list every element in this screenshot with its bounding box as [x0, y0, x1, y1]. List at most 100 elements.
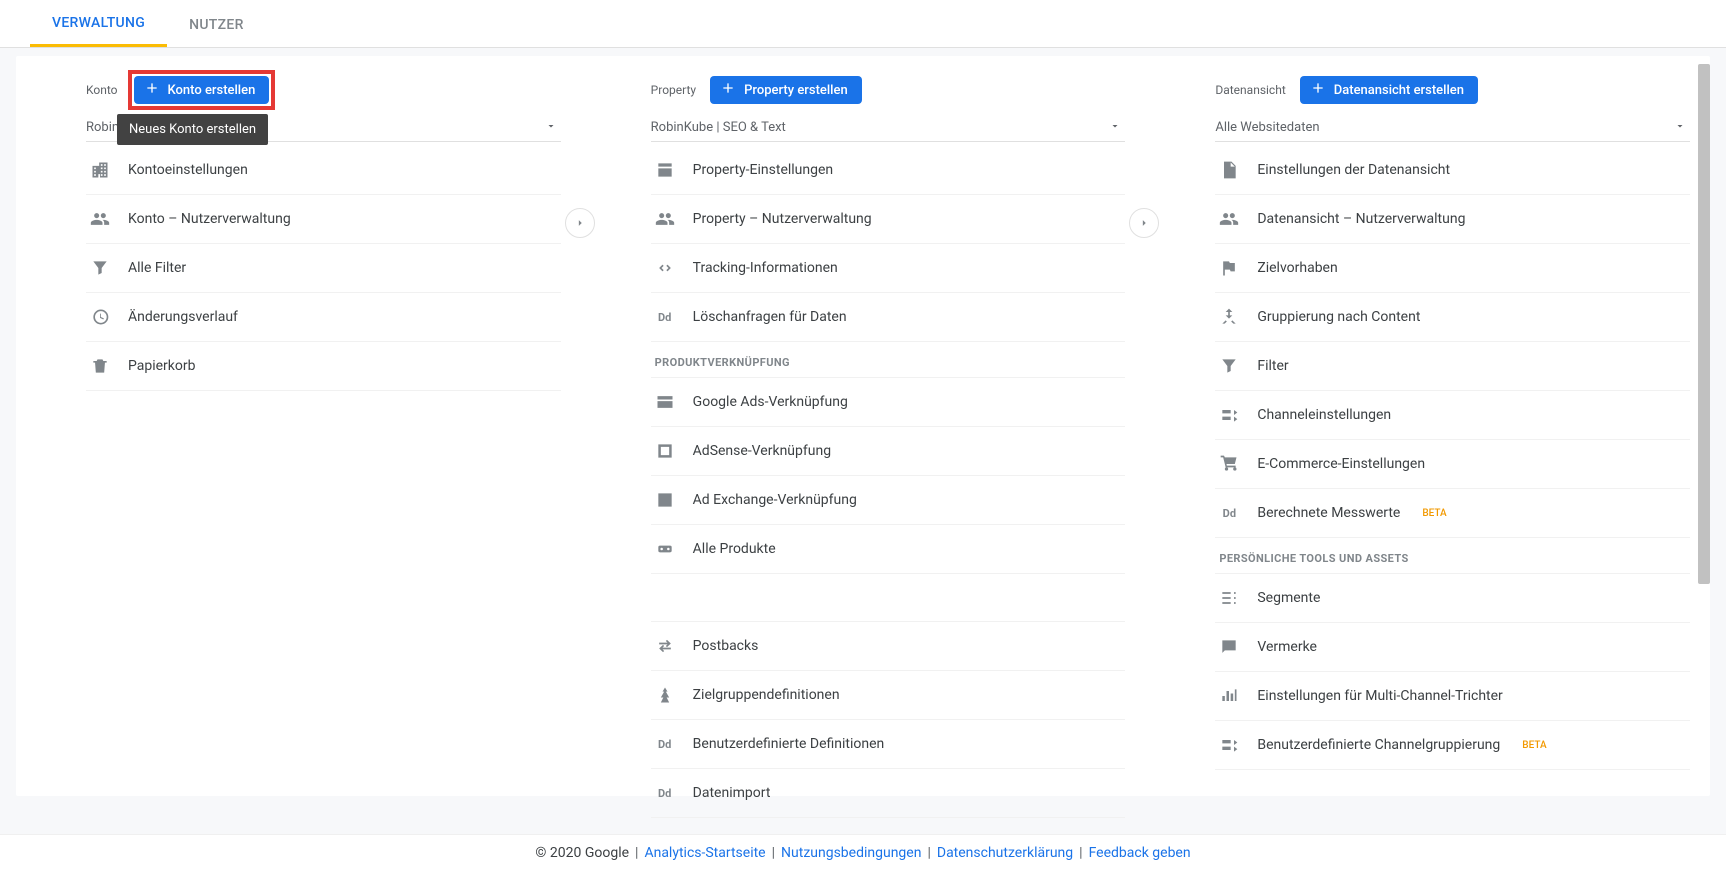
menu-item-label: Berechnete Messwerte	[1257, 505, 1400, 521]
tab-verwaltung[interactable]: VERWALTUNG	[30, 0, 167, 47]
tab-nutzer[interactable]: NUTZER	[167, 2, 266, 46]
plus-icon	[144, 80, 160, 100]
menu-item[interactable]: Dd Löschanfragen für Daten	[651, 293, 1126, 342]
footer-copyright: © 2020 Google	[535, 845, 629, 861]
menu-item-label: Alle Filter	[128, 260, 186, 276]
menu-item[interactable]: Segmente	[1215, 574, 1690, 623]
menu-item[interactable]: Dd Berechnete Messwerte BETA	[1215, 489, 1690, 538]
menu-item[interactable]: Filter	[1215, 342, 1690, 391]
channel-icon	[1219, 405, 1239, 425]
create-account-label: Konto erstellen	[168, 83, 256, 98]
menu-item[interactable]: Einstellungen für Multi-Channel-Trichter	[1215, 672, 1690, 721]
footer-link-terms[interactable]: Nutzungsbedingungen	[781, 845, 921, 861]
menu-item-label: Google Ads-Verknüpfung	[693, 394, 848, 410]
menu-item-label: Einstellungen der Datenansicht	[1257, 162, 1450, 178]
create-view-button[interactable]: Datenansicht erstellen	[1300, 76, 1478, 104]
menu-item[interactable]: Vermerke	[1215, 623, 1690, 672]
admin-columns: Konto Konto erstellen RobinKu Kontoeinst…	[16, 56, 1710, 796]
menu-item[interactable]: Zielgruppendefinitionen	[651, 671, 1126, 720]
audience-icon	[655, 685, 675, 705]
menu-item-label: Vermerke	[1257, 639, 1317, 655]
menu-item[interactable]: Channeleinstellungen	[1215, 391, 1690, 440]
property-column-label: Property	[651, 83, 696, 97]
products-icon	[655, 539, 675, 559]
postbacks-icon	[655, 636, 675, 656]
annotation-icon	[1219, 637, 1239, 657]
scroll-thumb[interactable]	[1698, 64, 1710, 584]
menu-item-label: Gruppierung nach Content	[1257, 309, 1420, 325]
trash-icon	[90, 356, 110, 376]
menu-item[interactable]: Benutzerdefinierte ChannelgruppierungBET…	[1215, 721, 1690, 770]
page-icon	[1219, 160, 1239, 180]
menu-item-label: Channeleinstellungen	[1257, 407, 1391, 423]
create-account-button[interactable]: Konto erstellen	[134, 76, 270, 104]
menu-item-label: Property-Einstellungen	[693, 162, 833, 178]
menu-item-label: E-Commerce-Einstellungen	[1257, 456, 1425, 472]
building-icon	[90, 160, 110, 180]
menu-item-label: Konto – Nutzerverwaltung	[128, 211, 291, 227]
menu-item[interactable]: Gruppierung nach Content	[1215, 293, 1690, 342]
menu-item-label: Datenimport	[693, 785, 771, 801]
menu-item[interactable]: Zielvorhaben	[1215, 244, 1690, 293]
menu-item-label: Postbacks	[693, 638, 759, 654]
property-selector[interactable]: RobinKube | SEO & Text	[651, 114, 1126, 142]
menu-item[interactable]: E-Commerce-Einstellungen	[1215, 440, 1690, 489]
menu-item-label: Benutzerdefinierte Definitionen	[693, 736, 885, 752]
menu-item[interactable]: Datenansicht – Nutzerverwaltung	[1215, 195, 1690, 244]
dd-icon: Dd	[655, 734, 675, 754]
people-icon	[655, 209, 675, 229]
menu-item[interactable]: Änderungsverlauf	[86, 293, 561, 342]
filter-icon	[1219, 356, 1239, 376]
view-column-label: Datenansicht	[1215, 83, 1285, 97]
chevron-down-icon	[545, 120, 557, 135]
dd-icon: Dd	[1219, 503, 1239, 523]
menu-item[interactable]: Dd Benutzerdefinierte Definitionen	[651, 720, 1126, 769]
menu-item[interactable]: DdDatenimport	[651, 769, 1126, 818]
menu-item[interactable]: Tracking-Informationen	[651, 244, 1126, 293]
menu-item[interactable]: Einstellungen der Datenansicht	[1215, 146, 1690, 195]
section-header: PRODUKTVERKNÜPFUNG	[651, 342, 1126, 378]
menu-item-label: AdSense-Verknüpfung	[693, 443, 831, 459]
beta-badge: BETA	[1522, 740, 1546, 751]
footer-link-feedback[interactable]: Feedback geben	[1089, 845, 1191, 861]
menu-item[interactable]: Ad Exchange-Verknüpfung	[651, 476, 1126, 525]
menu-item-label: Datenansicht – Nutzerverwaltung	[1257, 211, 1465, 227]
footer: © 2020 Google | Analytics-Startseite | N…	[0, 834, 1726, 870]
people-icon	[1219, 209, 1239, 229]
cart-icon	[1219, 454, 1239, 474]
footer-link-privacy[interactable]: Datenschutzerklärung	[937, 845, 1073, 861]
menu-item[interactable]: Papierkorb	[86, 342, 561, 391]
flag-icon	[1219, 258, 1239, 278]
menu-item[interactable]: Alle Produkte	[651, 525, 1126, 574]
section-header: PERSÖNLICHE TOOLS UND ASSETS	[1215, 538, 1690, 574]
menu-item-label: Kontoeinstellungen	[128, 162, 248, 178]
create-property-button[interactable]: Property erstellen	[710, 76, 862, 104]
menu-item-label: Löschanfragen für Daten	[693, 309, 847, 325]
menu-item[interactable]: Property-Einstellungen	[651, 146, 1126, 195]
beta-badge: BETA	[1422, 508, 1446, 519]
channel-icon	[1219, 735, 1239, 755]
menu-item[interactable]: Google Ads-Verknüpfung	[651, 378, 1126, 427]
menu-item[interactable]: Kontoeinstellungen	[86, 146, 561, 195]
menu-item-label: Einstellungen für Multi-Channel-Trichter	[1257, 688, 1502, 704]
history-icon	[90, 307, 110, 327]
menu-item[interactable]: Property – Nutzerverwaltung	[651, 195, 1126, 244]
view-selector[interactable]: Alle Websitedaten	[1215, 114, 1690, 142]
dd-icon: Dd	[655, 307, 675, 327]
menu-item-label: Papierkorb	[128, 358, 196, 374]
move-to-view-arrow[interactable]	[1129, 208, 1159, 238]
footer-link-analytics-home[interactable]: Analytics-Startseite	[644, 845, 765, 861]
adsense-icon	[655, 441, 675, 461]
menu-item-label: Tracking-Informationen	[693, 260, 838, 276]
move-to-property-arrow[interactable]	[565, 208, 595, 238]
menu-item-label: Property – Nutzerverwaltung	[693, 211, 872, 227]
account-column: Konto Konto erstellen RobinKu Kontoeinst…	[16, 56, 581, 796]
menu-item-label: Zielgruppendefinitionen	[693, 687, 840, 703]
scrollbar[interactable]	[1698, 64, 1710, 796]
menu-item[interactable]: Konto – Nutzerverwaltung	[86, 195, 561, 244]
menu-item[interactable]: AdSense-Verknüpfung	[651, 427, 1126, 476]
ads-icon	[655, 392, 675, 412]
menu-item[interactable]: Postbacks	[651, 622, 1126, 671]
account-column-label: Konto	[86, 83, 118, 97]
menu-item[interactable]: Alle Filter	[86, 244, 561, 293]
